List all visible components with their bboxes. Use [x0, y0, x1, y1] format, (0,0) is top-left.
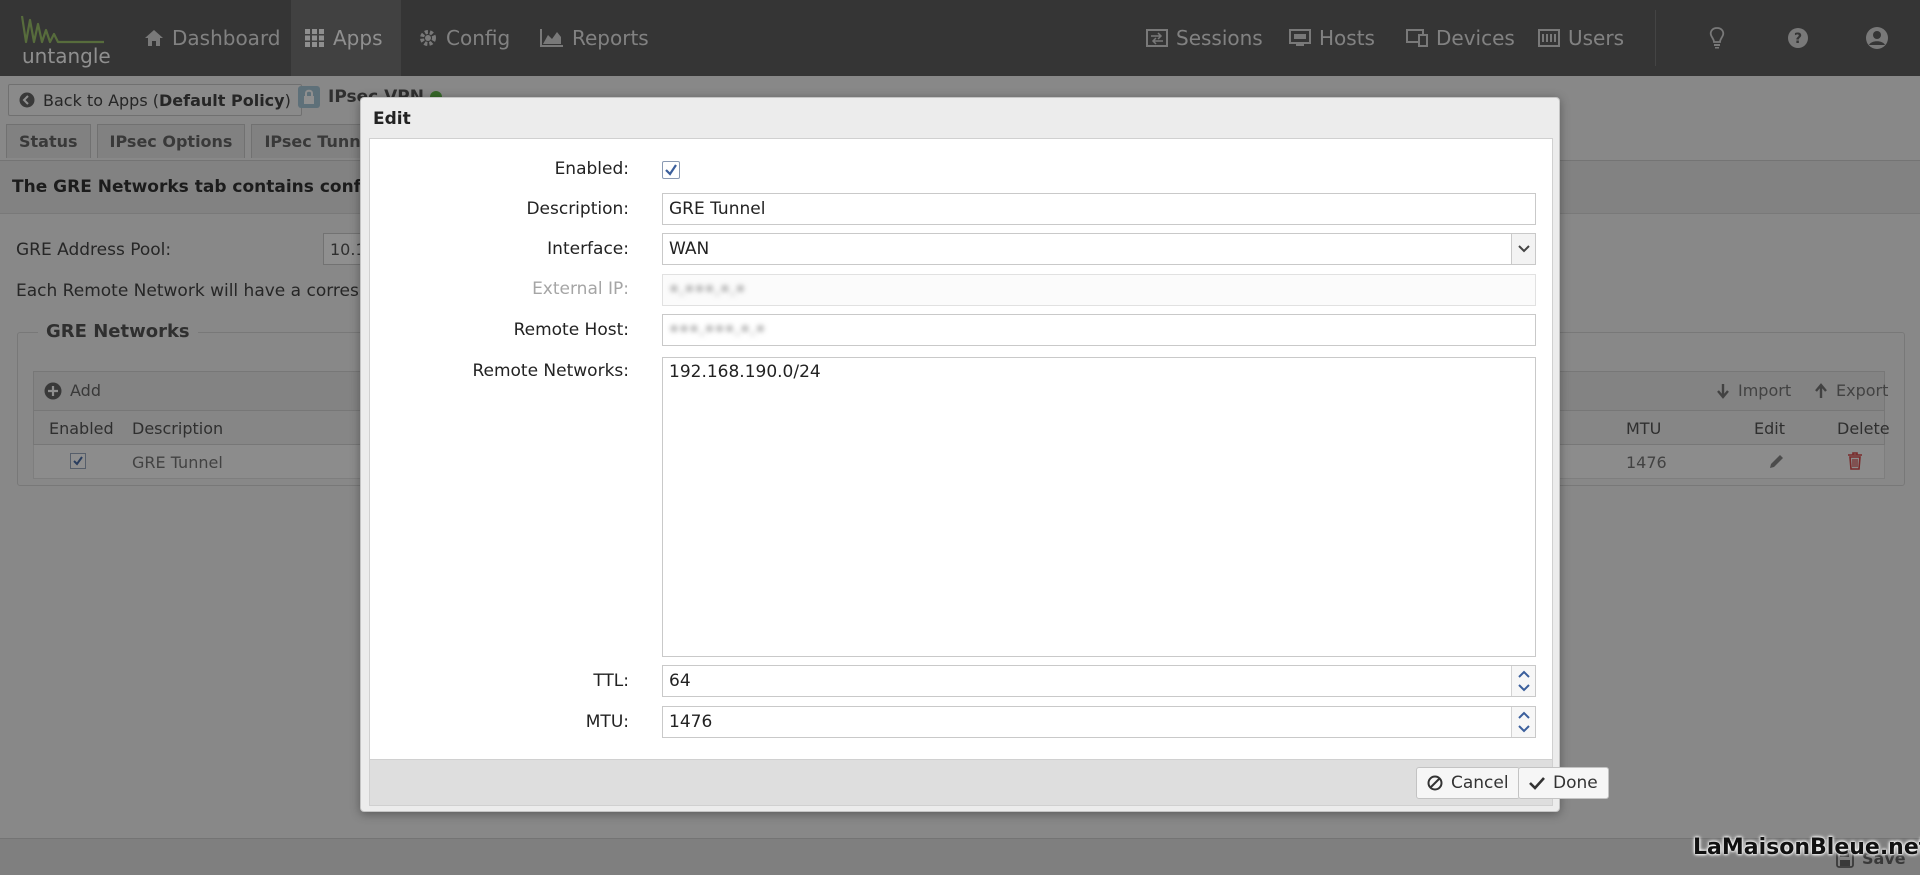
edit-dialog: Edit Enabled: Description: GRE Tunnel In…: [360, 97, 1609, 812]
remote-networks-label: Remote Networks:: [472, 361, 629, 381]
checkmark-icon: [665, 164, 677, 176]
dialog-title: Edit: [373, 109, 411, 129]
remote-networks-textarea[interactable]: 192.168.190.0/24: [662, 357, 1536, 657]
ban-icon: [1427, 775, 1443, 791]
external-ip-field: •.•••.•.•: [662, 274, 1536, 306]
description-field[interactable]: GRE Tunnel: [662, 193, 1536, 225]
remote-networks-value: 192.168.190.0/24: [669, 362, 821, 382]
mtu-increment-icon[interactable]: [1516, 708, 1532, 722]
chevron-down-icon: [1517, 245, 1530, 253]
mtu-spinner: [1511, 707, 1535, 737]
cancel-button[interactable]: Cancel: [1416, 767, 1520, 799]
ttl-decrement-icon[interactable]: [1516, 681, 1532, 695]
interface-value: WAN: [669, 239, 710, 259]
done-button-label: Done: [1553, 773, 1598, 793]
ttl-field[interactable]: 64: [662, 665, 1536, 697]
description-label: Description:: [526, 199, 629, 219]
remote-host-field[interactable]: •••.•••.•.•: [662, 314, 1536, 346]
watermark-text: LaMaisonBleue.net: [1693, 835, 1920, 860]
mtu-value: 1476: [669, 712, 713, 732]
mtu-label: MTU:: [585, 712, 629, 732]
check-icon: [1529, 776, 1545, 790]
ttl-increment-icon[interactable]: [1516, 667, 1532, 681]
mtu-field[interactable]: 1476: [662, 706, 1536, 738]
cancel-button-label: Cancel: [1451, 773, 1509, 793]
mtu-decrement-icon[interactable]: [1516, 722, 1532, 736]
external-ip-label: External IP:: [532, 279, 629, 299]
enabled-checkbox[interactable]: [662, 161, 680, 179]
dialog-footer: Cancel Done: [369, 760, 1609, 806]
interface-dropdown-button[interactable]: [1511, 234, 1535, 264]
done-button[interactable]: Done: [1518, 767, 1609, 799]
interface-label: Interface:: [547, 239, 629, 259]
dialog-form: Enabled: Description: GRE Tunnel Interfa…: [369, 138, 1553, 760]
ttl-spinner: [1511, 666, 1535, 696]
remote-host-value: •••.•••.•.•: [669, 320, 766, 340]
interface-select[interactable]: WAN: [662, 233, 1536, 265]
enabled-label: Enabled:: [554, 159, 629, 179]
external-ip-value: •.•••.•.•: [669, 280, 746, 300]
ttl-label: TTL:: [593, 671, 629, 691]
ttl-value: 64: [669, 671, 691, 691]
remote-host-label: Remote Host:: [513, 320, 629, 340]
description-value: GRE Tunnel: [669, 199, 766, 219]
